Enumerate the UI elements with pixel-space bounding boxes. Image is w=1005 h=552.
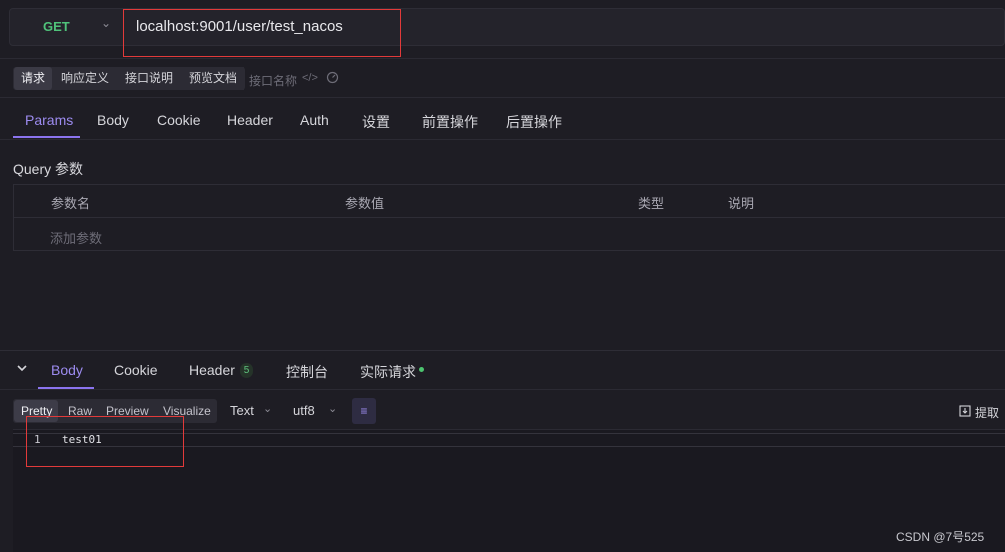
tab-settings[interactable]: 设置 (362, 112, 390, 132)
refresh-icon[interactable] (326, 71, 339, 84)
params-table-divider (13, 217, 1005, 218)
tab-header[interactable]: Header (227, 112, 273, 128)
url-highlight-box (123, 9, 401, 57)
tabs-divider (0, 139, 1005, 140)
tab-params[interactable]: Params (25, 112, 73, 128)
subtab-response-definition[interactable]: 响应定义 (54, 67, 117, 90)
subtab-request[interactable]: 请求 (14, 67, 53, 90)
chevron-down-icon[interactable]: ⌄ (263, 402, 272, 415)
collapse-chevron-icon[interactable] (16, 363, 28, 373)
column-header-description: 说明 (728, 196, 755, 211)
column-header-value: 参数值 (345, 196, 385, 211)
api-name-input[interactable]: 接口名称 (249, 72, 297, 89)
query-section-title: Query 参数 (13, 161, 84, 177)
response-panel-divider (0, 350, 1005, 351)
column-header-name: 参数名 (51, 196, 91, 211)
code-icon[interactable]: </> (302, 72, 318, 84)
response-tab-body[interactable]: Body (51, 362, 83, 378)
response-highlight-box (26, 416, 184, 467)
tab-post-actions[interactable]: 后置操作 (506, 112, 562, 132)
tab-pre-actions[interactable]: 前置操作 (422, 112, 478, 132)
subtab-api-description[interactable]: 接口说明 (118, 67, 181, 90)
response-tab-console[interactable]: 控制台 (286, 362, 328, 382)
extract-icon[interactable] (959, 405, 971, 417)
add-param-input[interactable]: 添加参数 (50, 228, 102, 247)
response-tab-header[interactable]: Header (189, 362, 235, 378)
chevron-down-icon[interactable]: ⌄ (101, 16, 111, 30)
response-tab-actual-request[interactable]: 实际请求 (360, 362, 416, 382)
method-select[interactable]: GET (43, 19, 70, 34)
status-dot (419, 367, 424, 372)
tab-cookie[interactable]: Cookie (157, 112, 201, 128)
subtab-preview-doc[interactable]: 预览文档 (182, 67, 245, 90)
tab-body[interactable]: Body (97, 112, 129, 128)
chevron-down-icon[interactable]: ⌄ (328, 402, 337, 415)
watermark: CSDN @7号525 (896, 530, 985, 544)
active-tab-indicator (13, 136, 80, 138)
content-type-select[interactable]: Text (230, 403, 254, 418)
word-wrap-icon[interactable]: ≡ (352, 398, 376, 424)
tab-auth[interactable]: Auth (300, 112, 329, 128)
encoding-select[interactable]: utf8 (293, 403, 315, 418)
header-count-badge: 5 (240, 363, 253, 378)
response-tab-cookie[interactable]: Cookie (114, 362, 158, 378)
column-header-type: 类型 (638, 196, 665, 211)
response-tabs-divider (0, 389, 1005, 390)
extract-button[interactable]: 提取 (975, 404, 999, 421)
